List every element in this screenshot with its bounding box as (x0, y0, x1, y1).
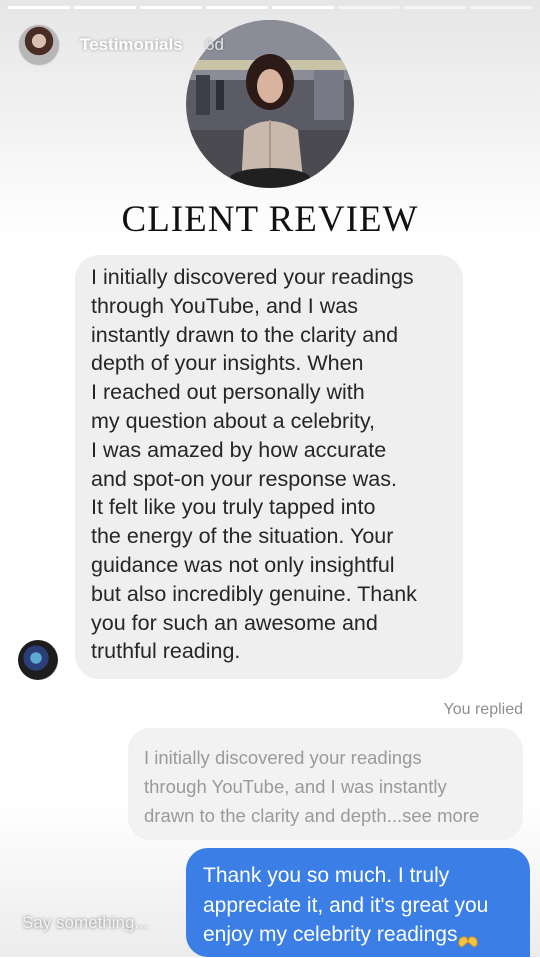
reply-line: enjoy my celebrity readings (203, 923, 458, 946)
progress-segment (272, 6, 334, 9)
message-line: you for such an awesome and (91, 610, 378, 635)
progress-segment (74, 6, 136, 9)
reply-line-with-emoji: enjoy my celebrity readings (203, 920, 520, 950)
progress-segment (140, 6, 202, 9)
message-line: guidance was not only insightful (91, 552, 395, 577)
progress-segment (470, 6, 532, 9)
message-line: and spot-on your response was. (91, 466, 397, 491)
progress-segment (338, 6, 400, 9)
reply-line: appreciate it, and it's great you (203, 893, 489, 917)
reply-input[interactable]: Say something... (22, 913, 149, 933)
message-line: my question about a celebrity, (91, 408, 376, 433)
story-progress-bar (8, 6, 532, 9)
page-title: CLIENT REVIEW (121, 199, 419, 240)
message-line: but also incredibly genuine. Thank (91, 581, 417, 606)
message-line: the energy of the situation. Your (91, 524, 394, 549)
profile-avatar[interactable] (18, 24, 60, 66)
message-line: It felt like you truly tapped into (91, 495, 376, 520)
message-line: instantly drawn to the clarity and (91, 322, 399, 347)
progress-segment (404, 6, 466, 9)
quote-line: I initially discovered your readings (144, 747, 422, 768)
sender-avatar[interactable] (18, 640, 58, 680)
message-line: I initially discovered your readings (91, 265, 414, 289)
message-line: through YouTube, and I was (91, 293, 358, 318)
message-line: I was amazed by how accurate (91, 437, 387, 462)
outgoing-message: Thank you so much. I truly appreciate it… (186, 848, 530, 957)
quoted-message[interactable]: I initially discovered your readings thr… (128, 728, 523, 840)
quote-line: through YouTube, and I was instantly (144, 776, 447, 797)
reply-line: Thank you so much. I truly (203, 864, 450, 887)
story-time: 6d (205, 35, 224, 54)
message-line: depth of your insights. When (91, 351, 364, 376)
message-line: truthful reading. (91, 639, 241, 664)
message-line: I reached out personally with (91, 380, 365, 405)
heart-hands-icon (457, 928, 479, 949)
quote-line: drawn to the clarity and depth...see mor… (144, 805, 480, 826)
progress-segment (8, 6, 70, 9)
progress-segment (206, 6, 268, 9)
you-replied-label: You replied (443, 701, 523, 718)
incoming-message: I initially discovered your readings thr… (75, 255, 463, 679)
story-username[interactable]: Testimonials (80, 35, 183, 55)
